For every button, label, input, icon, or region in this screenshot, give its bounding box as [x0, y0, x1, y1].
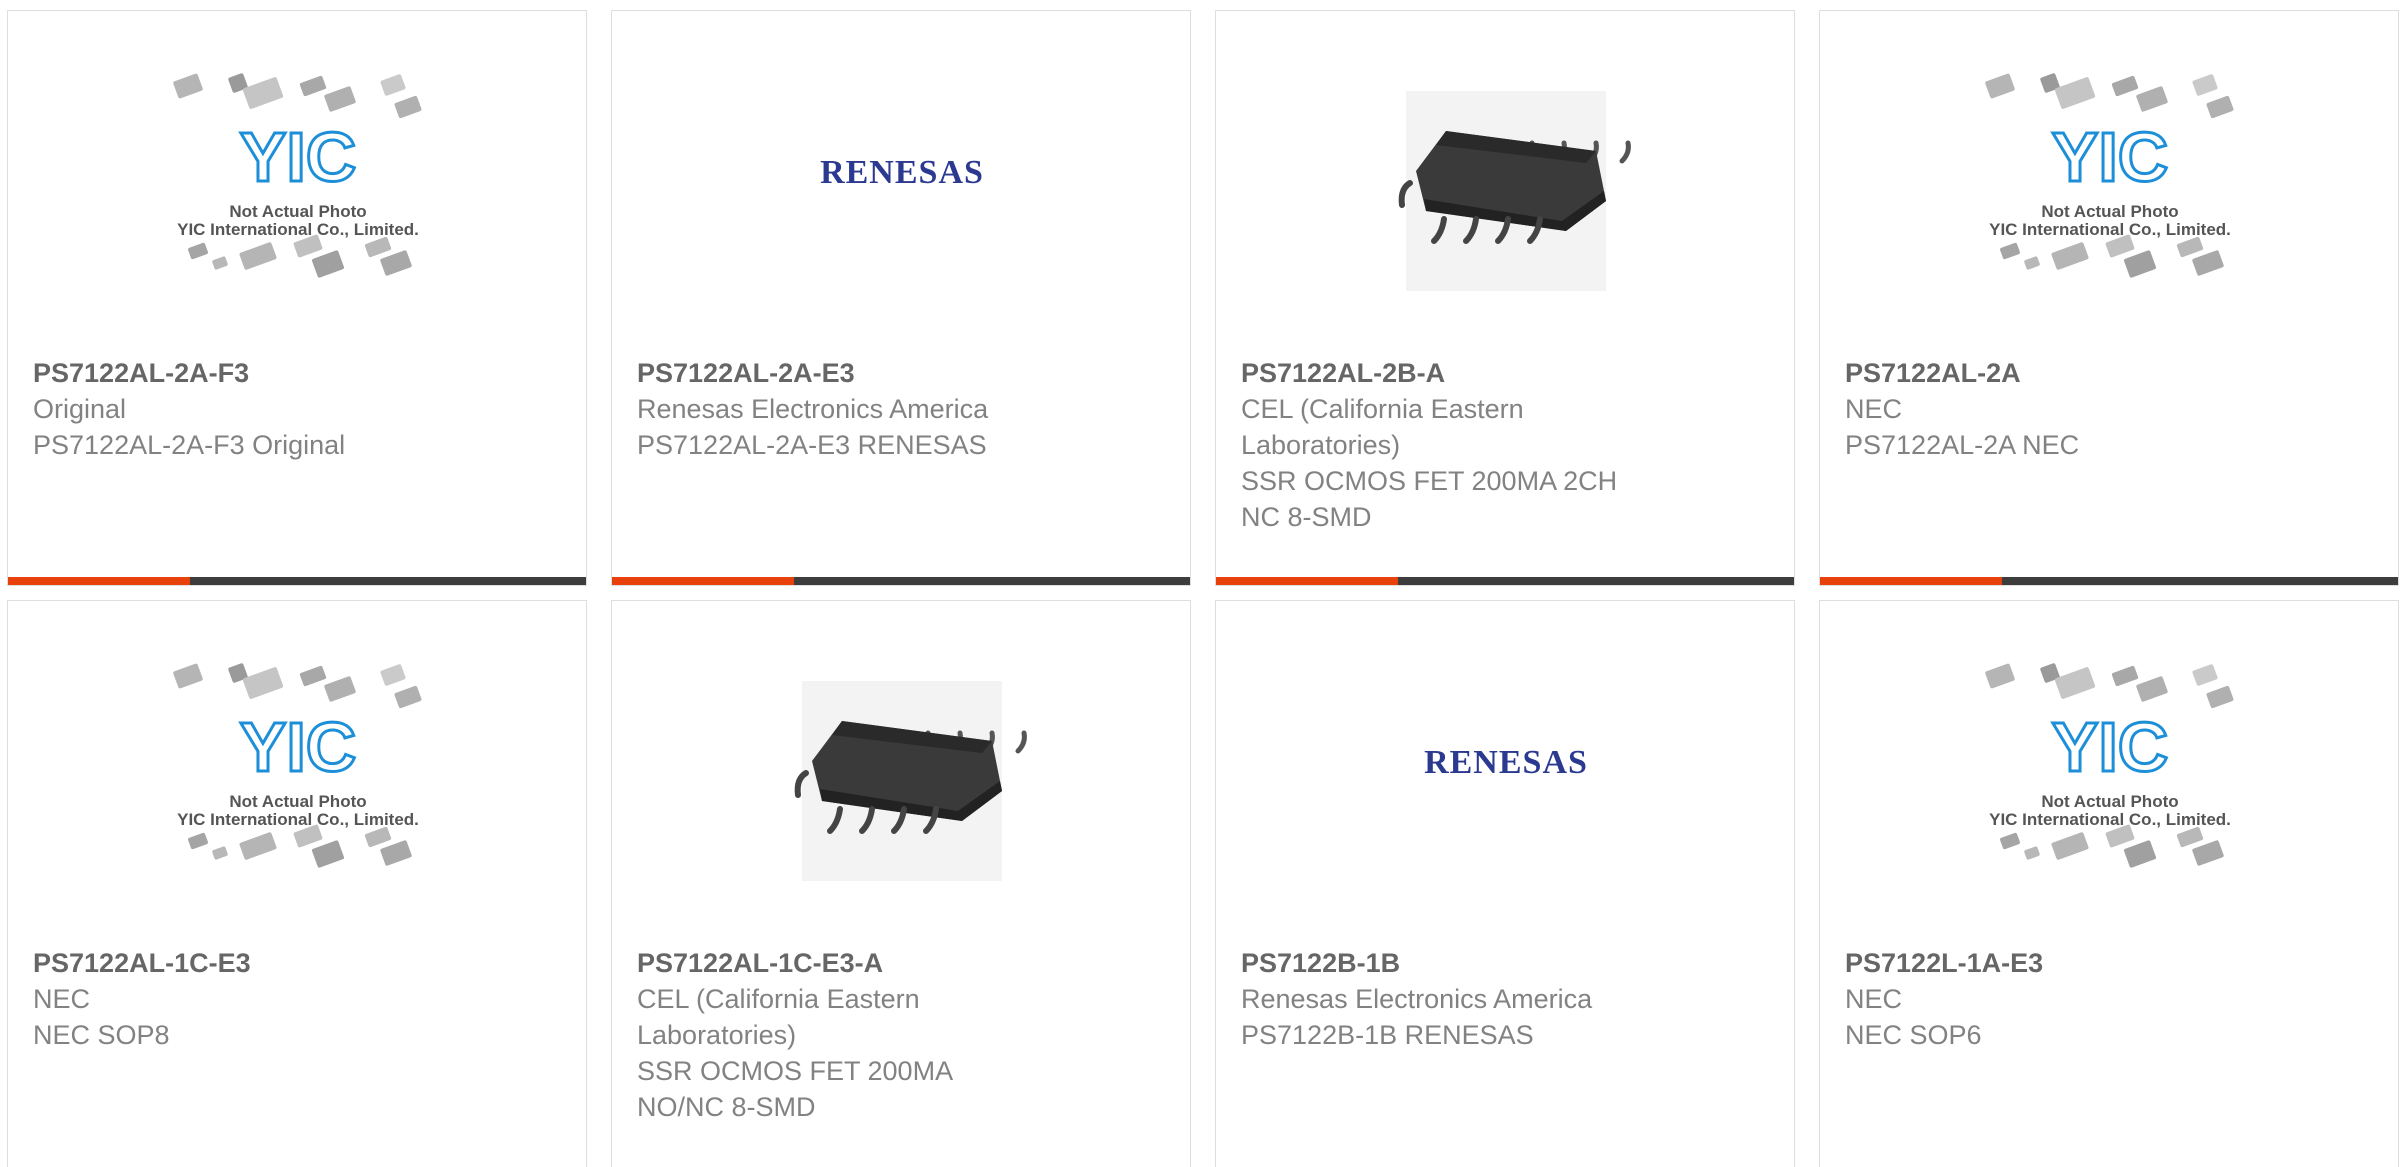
product-line: Laboratories) — [1241, 430, 1401, 460]
renesas-logo-icon: RENESAS — [612, 11, 1190, 351]
product-info: PS7122AL-2B-A CEL (California Eastern La… — [1241, 355, 1754, 535]
card-accent-bar — [8, 577, 190, 585]
product-line: Renesas Electronics America — [637, 394, 989, 424]
product-line: NEC SOP8 — [33, 1020, 170, 1050]
part-number[interactable]: PS7122AL-2A — [1845, 355, 2358, 391]
smd-chip-icon — [1216, 11, 1794, 351]
product-line: NO/NC 8-SMD — [637, 1092, 816, 1122]
part-number[interactable]: PS7122AL-2B-A — [1241, 355, 1754, 391]
product-line: CEL (California Eastern — [1241, 394, 1524, 424]
part-number[interactable]: PS7122AL-1C-E3-A — [637, 945, 1150, 981]
yic-logo-text: YIC — [240, 118, 357, 196]
product-info: PS7122AL-2A-F3 Original PS7122AL-2A-F3 O… — [33, 355, 546, 463]
product-info: PS7122AL-1C-E3 NEC NEC SOP8 — [33, 945, 546, 1053]
part-number[interactable]: PS7122AL-1C-E3 — [33, 945, 546, 981]
yic-company-label: YIC International Co., Limited. — [1989, 810, 2231, 829]
part-number[interactable]: PS7122B-1B — [1241, 945, 1754, 981]
card-footer-bar — [612, 577, 1190, 585]
product-line: Renesas Electronics America — [1241, 984, 1593, 1014]
product-grid: YIC Not Actual Photo YIC International Co.… — [0, 0, 2400, 1167]
product-line: Laboratories) — [637, 1020, 797, 1050]
product-card[interactable]: YIC Not Actual Photo YIC International Co.… — [7, 10, 587, 586]
yic-placeholder-icon: YIC Not Actual Photo YIC International Co.… — [8, 601, 586, 941]
product-info: PS7122AL-2A-E3 Renesas Electronics Ameri… — [637, 355, 1150, 463]
renesas-logo-text: RENESAS — [820, 154, 984, 191]
product-info: PS7122B-1B Renesas Electronics America P… — [1241, 945, 1754, 1053]
product-line: PS7122AL-2A-E3 RENESAS — [637, 430, 987, 460]
product-card[interactable]: PS7122AL-1C-E3-A CEL (California Eastern… — [611, 600, 1191, 1167]
yic-placeholder-icon: YIC Not Actual Photo YIC International Co.… — [1820, 11, 2398, 351]
product-card[interactable]: PS7122AL-2B-A CEL (California Eastern La… — [1215, 10, 1795, 586]
product-line: NEC — [1845, 394, 1903, 424]
product-line: CEL (California Eastern — [637, 984, 920, 1014]
not-actual-photo-label: Not Actual Photo — [2041, 792, 2178, 811]
card-footer-bar — [1216, 577, 1794, 585]
product-card[interactable]: YIC Not Actual Photo YIC International Co.… — [1819, 600, 2399, 1167]
card-accent-bar — [1820, 577, 2002, 585]
smd-chip-icon — [612, 601, 1190, 941]
yic-company-label: YIC International Co., Limited. — [177, 220, 419, 239]
product-info: PS7122AL-1C-E3-A CEL (California Eastern… — [637, 945, 1150, 1125]
part-number[interactable]: PS7122AL-2A-E3 — [637, 355, 1150, 391]
product-card[interactable]: YIC Not Actual Photo YIC International Co.… — [1819, 10, 2399, 586]
card-footer-bar — [8, 577, 586, 585]
yic-company-label: YIC International Co., Limited. — [1989, 220, 2231, 239]
product-line: PS7122AL-2A NEC — [1845, 430, 2080, 460]
not-actual-photo-label: Not Actual Photo — [229, 202, 366, 221]
product-card[interactable]: YIC Not Actual Photo YIC International Co.… — [7, 600, 587, 1167]
product-line: NC 8-SMD — [1241, 502, 1372, 532]
card-accent-bar — [1216, 577, 1398, 585]
product-line: NEC — [1845, 984, 1903, 1014]
yic-logo-text: YIC — [240, 708, 357, 786]
product-info: PS7122AL-2A NEC PS7122AL-2A NEC — [1845, 355, 2358, 463]
renesas-logo-icon: RENESAS — [1216, 601, 1794, 941]
product-line: Original — [33, 394, 127, 424]
product-card[interactable]: RENESAS PS7122AL-2A-E3 Renesas Electroni… — [611, 10, 1191, 586]
card-accent-bar — [612, 577, 794, 585]
product-line: SSR OCMOS FET 200MA 2CH — [1241, 466, 1618, 496]
yic-company-label: YIC International Co., Limited. — [177, 810, 419, 829]
renesas-logo-text: RENESAS — [1424, 744, 1588, 781]
product-line: NEC SOP6 — [1845, 1020, 1982, 1050]
yic-logo-text: YIC — [2052, 118, 2169, 196]
yic-placeholder-icon: YIC Not Actual Photo YIC International Co.… — [1820, 601, 2398, 941]
yic-placeholder-icon: YIC Not Actual Photo YIC International Co.… — [8, 11, 586, 351]
yic-logo-text: YIC — [2052, 708, 2169, 786]
product-line: NEC — [33, 984, 91, 1014]
product-line: PS7122B-1B RENESAS — [1241, 1020, 1534, 1050]
product-line: PS7122AL-2A-F3 Original — [33, 430, 346, 460]
product-line: SSR OCMOS FET 200MA — [637, 1056, 954, 1086]
not-actual-photo-label: Not Actual Photo — [229, 792, 366, 811]
product-info: PS7122L-1A-E3 NEC NEC SOP6 — [1845, 945, 2358, 1053]
part-number[interactable]: PS7122L-1A-E3 — [1845, 945, 2358, 981]
not-actual-photo-label: Not Actual Photo — [2041, 202, 2178, 221]
product-card[interactable]: RENESAS PS7122B-1B Renesas Electronics A… — [1215, 600, 1795, 1167]
part-number[interactable]: PS7122AL-2A-F3 — [33, 355, 546, 391]
card-footer-bar — [1820, 577, 2398, 585]
